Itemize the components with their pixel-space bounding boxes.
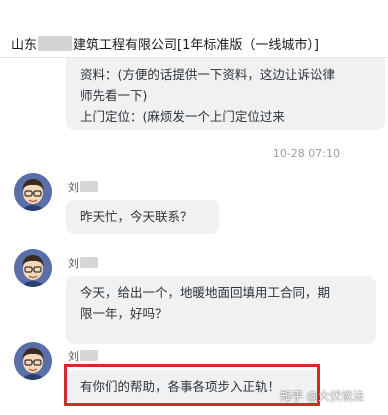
sender-name: 刘 <box>68 348 98 364</box>
avatar-icon[interactable] <box>14 173 52 211</box>
message-line: 师先看一下) <box>80 88 148 103</box>
message-line: 限一年，好吗？ <box>80 306 168 321</box>
title-suffix: 建筑工程有限公司[1年标准版（一线城市）] <box>73 38 319 53</box>
message-line: 上门定位：(麻烦发一个上门定位过来 <box>80 109 285 124</box>
redaction-mask <box>80 350 98 361</box>
chat-title: 山东 建筑工程有限公司[1年标准版（一线城市）] <box>11 36 319 55</box>
message-bubble-previous: 资料：(方便的话提供一下资料，这边让诉讼律 师先看一下) 上门定位：(麻烦发一个… <box>66 58 385 130</box>
sender-name: 刘 <box>68 255 98 271</box>
redaction-mask <box>80 257 98 268</box>
redaction-mask <box>80 181 98 192</box>
sender-name: 刘 <box>68 179 98 195</box>
title-prefix: 山东 <box>11 38 38 53</box>
message-line: 资料：(方便的话提供一下资料，这边让诉讼律 <box>80 67 335 82</box>
chat-header: 山东 建筑工程有限公司[1年标准版（一线城市）] <box>0 0 388 58</box>
message-timestamp: 10-28 07:10 <box>272 147 340 160</box>
avatar-icon[interactable] <box>14 342 52 380</box>
chat-area[interactable]: 资料：(方便的话提供一下资料，这边让诉讼律 师先看一下) 上门定位：(麻烦发一个… <box>0 58 388 415</box>
message-bubble: 昨天忙，今天联系？ <box>66 200 219 234</box>
message-bubble: 今天，给出一个，地暖地面回填用工合同，期 限一年，好吗？ <box>66 276 376 344</box>
watermark: 知乎 @大伏说法 <box>280 389 365 403</box>
redaction-mask <box>38 36 73 51</box>
avatar-icon[interactable] <box>14 249 52 287</box>
message-line: 今天，给出一个，地暖地面回填用工合同，期 <box>80 285 331 300</box>
